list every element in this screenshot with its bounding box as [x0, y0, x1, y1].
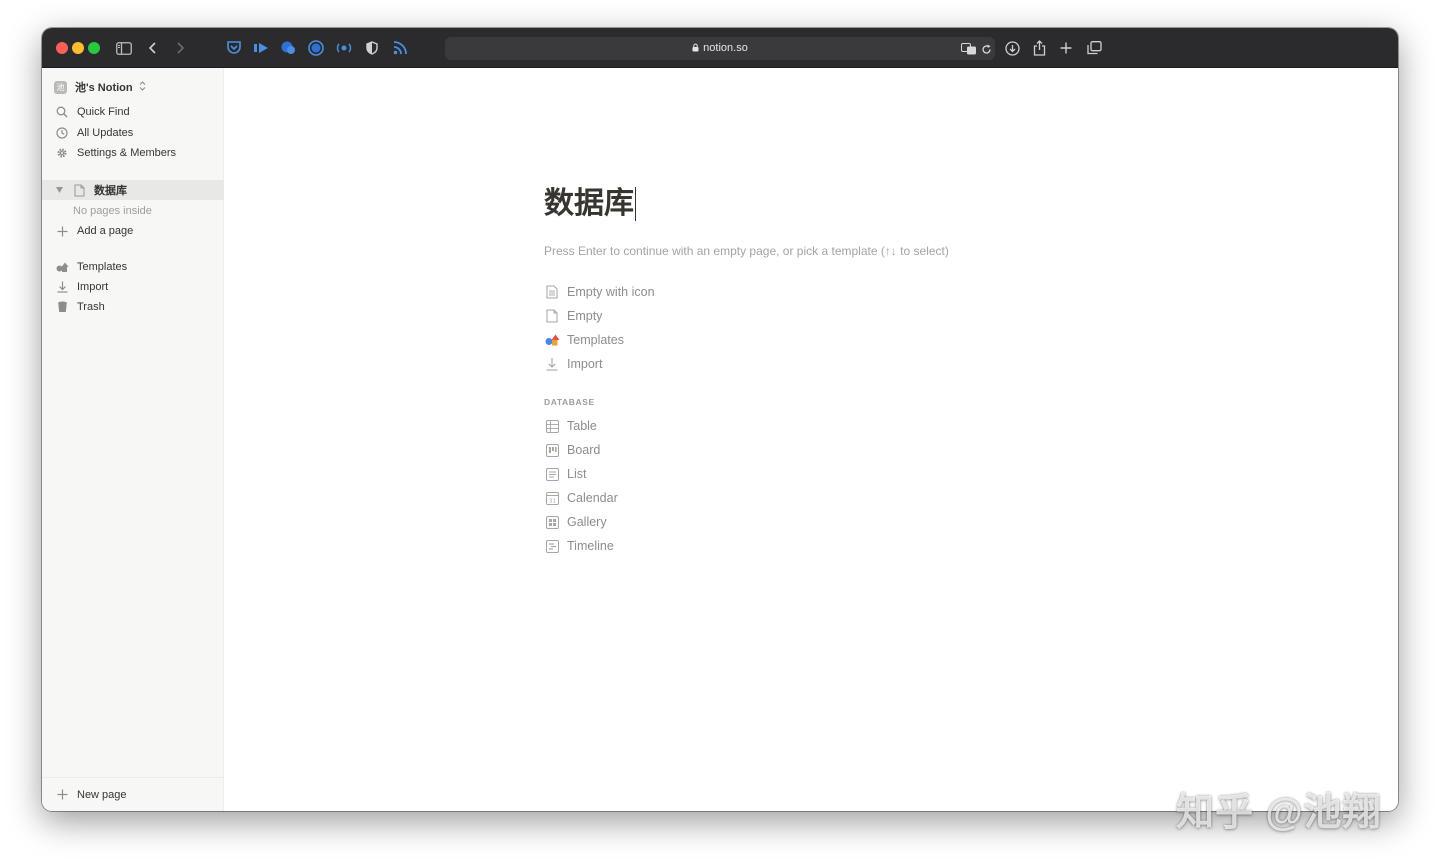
- browser-toolbar: notion.so: [42, 28, 1398, 68]
- option-label: Board: [567, 443, 601, 457]
- templates-icon: [55, 260, 69, 274]
- clock-icon: [55, 126, 69, 140]
- workspace-avatar: 池: [54, 80, 67, 94]
- option-table[interactable]: Table: [544, 416, 597, 436]
- page-title-input[interactable]: 数据库: [544, 184, 636, 224]
- database-section-label: DATABASE: [544, 397, 595, 407]
- plus-icon: [55, 224, 69, 238]
- new-page-label: New page: [77, 788, 127, 801]
- forward-icon[interactable]: [170, 38, 190, 58]
- chevron-updown-icon: [139, 78, 146, 96]
- shield-icon[interactable]: [362, 38, 382, 58]
- sidebar-item-label: Quick Find: [77, 106, 130, 118]
- page-title: 数据库: [544, 187, 634, 220]
- option-label: Gallery: [567, 515, 607, 529]
- board-icon: [544, 442, 560, 458]
- readwise-extension-icon[interactable]: [251, 38, 271, 58]
- gear-icon: [55, 146, 69, 160]
- template-hint: Press Enter to continue with an empty pa…: [544, 244, 949, 258]
- share-icon[interactable]: [1029, 38, 1049, 58]
- back-icon[interactable]: [143, 38, 163, 58]
- browser-window: notion.so 池 池's Notion Quick Find All Up…: [42, 28, 1398, 811]
- option-list[interactable]: List: [544, 464, 586, 484]
- option-calendar[interactable]: 31 Calendar: [544, 488, 618, 508]
- download-icon: [544, 356, 560, 372]
- option-label: Calendar: [567, 491, 618, 505]
- add-page-label: Add a page: [77, 225, 134, 237]
- sidebar-item-import[interactable]: Import: [42, 277, 224, 297]
- option-empty-with-icon[interactable]: Empty with icon: [544, 282, 655, 302]
- compass-extension-icon[interactable]: [306, 38, 326, 58]
- option-label: Table: [567, 419, 597, 433]
- option-label: Import: [567, 357, 603, 371]
- trash-icon: [55, 300, 69, 314]
- table-icon: [544, 418, 560, 434]
- sidebar-item-templates[interactable]: Templates: [42, 257, 224, 277]
- sidebar-item-label: Templates: [77, 261, 128, 273]
- add-page-button[interactable]: Add a page: [42, 221, 224, 241]
- watermark: 知乎 @池翔: [1176, 792, 1382, 834]
- new-page-button[interactable]: New page: [42, 777, 224, 811]
- reload-icon[interactable]: [976, 39, 996, 59]
- sidebar-item-label: Trash: [77, 301, 105, 313]
- text-cursor: [635, 187, 636, 221]
- svg-text:31: 31: [549, 498, 556, 504]
- sidebar-item-quick-find[interactable]: Quick Find: [42, 102, 224, 122]
- minimize-window-button[interactable]: [72, 42, 84, 54]
- sidebar-item-settings[interactable]: Settings & Members: [42, 143, 224, 163]
- sidebar-item-label: Import: [77, 281, 109, 293]
- option-label: Templates: [567, 333, 624, 347]
- sidebar-item-all-updates[interactable]: All Updates: [42, 123, 224, 143]
- sidebar: 池 池's Notion Quick Find All Updates Sett…: [42, 68, 224, 811]
- workspace-switcher[interactable]: 池 池's Notion: [54, 78, 146, 96]
- sidebar-item-label: Settings & Members: [77, 147, 177, 159]
- workspace-name: 池's Notion: [75, 82, 133, 94]
- timeline-icon: [544, 538, 560, 554]
- document-icon: [72, 183, 86, 197]
- pocket-extension-icon[interactable]: [224, 38, 244, 58]
- broadcast-extension-icon[interactable]: [334, 38, 354, 58]
- list-icon: [544, 466, 560, 482]
- document-icon: [544, 308, 560, 324]
- url-text: notion.so: [703, 42, 748, 54]
- lock-icon: [692, 38, 699, 61]
- option-label: List: [567, 467, 587, 481]
- option-timeline[interactable]: Timeline: [544, 536, 614, 556]
- chat-extension-icon[interactable]: [278, 38, 298, 58]
- no-pages-text: No pages inside: [73, 205, 152, 217]
- plus-icon: [55, 788, 69, 802]
- templates-icon: [544, 332, 560, 348]
- sidebar-page-database[interactable]: 数据库: [42, 180, 224, 200]
- sidebar-item-label: All Updates: [77, 127, 134, 139]
- triangle-down-icon[interactable]: [56, 187, 66, 193]
- sidebar-page-label: 数据库: [94, 185, 127, 197]
- search-icon: [55, 105, 69, 119]
- zoom-window-button[interactable]: [88, 42, 100, 54]
- option-label: Timeline: [567, 539, 614, 553]
- address-bar[interactable]: notion.so: [445, 37, 995, 60]
- downloads-icon[interactable]: [1002, 38, 1022, 58]
- calendar-icon: 31: [544, 490, 560, 506]
- option-empty[interactable]: Empty: [544, 306, 602, 326]
- rss-icon[interactable]: [390, 38, 410, 58]
- option-label: Empty with icon: [567, 285, 655, 299]
- document-lines-icon: [544, 284, 560, 300]
- page-editor: 数据库 Press Enter to continue with an empt…: [224, 68, 1398, 811]
- address-bar-text: notion.so: [445, 37, 995, 60]
- sidebar-item-trash[interactable]: Trash: [42, 297, 224, 317]
- sidebar-empty-note: No pages inside: [42, 201, 224, 221]
- option-gallery[interactable]: Gallery: [544, 512, 607, 532]
- close-window-button[interactable]: [56, 42, 68, 54]
- new-tab-icon[interactable]: [1056, 38, 1076, 58]
- option-import[interactable]: Import: [544, 354, 602, 374]
- download-icon: [55, 280, 69, 294]
- gallery-icon: [544, 514, 560, 530]
- option-board[interactable]: Board: [544, 440, 600, 460]
- option-label: Empty: [567, 309, 603, 323]
- tab-overview-icon[interactable]: [1084, 38, 1104, 58]
- option-templates[interactable]: Templates: [544, 330, 624, 350]
- sidebar-toggle-icon[interactable]: [114, 38, 134, 58]
